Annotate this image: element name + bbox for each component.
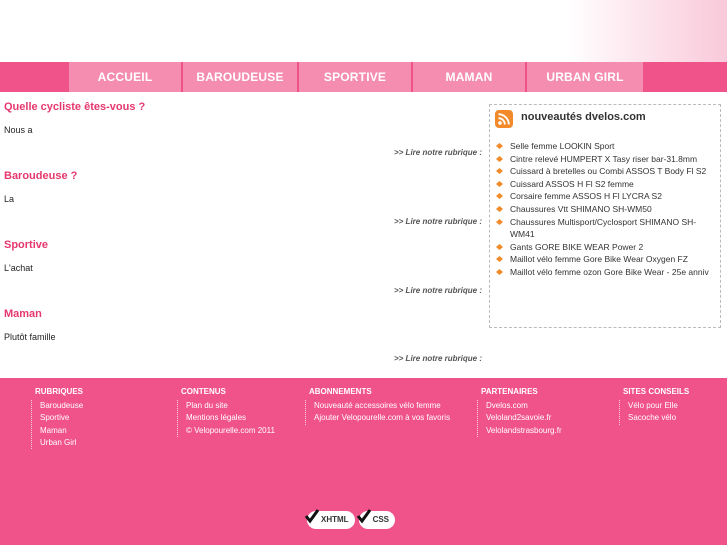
nav-item-label[interactable]: BAROUDEUSE — [183, 62, 297, 92]
footer-column-heading: SITES CONSEILS — [623, 387, 690, 396]
footer-link[interactable]: Maman — [40, 425, 83, 437]
rss-item-label[interactable]: Selle femme LOOKIN Sport — [510, 141, 614, 151]
nav-item-sportive[interactable]: SPORTIVE — [299, 62, 411, 92]
rss-item-label[interactable]: Corsaire femme ASSOS H Fl LYCRA S2 — [510, 191, 662, 201]
rss-item-label[interactable]: Cintre relevé HUMPERT X Tasy riser bar-3… — [510, 154, 697, 164]
nav-item-urban-girl[interactable]: URBAN GIRL — [527, 62, 643, 92]
bullet-icon — [496, 168, 503, 175]
section-title-baroudeuse[interactable]: Baroudeuse ? — [4, 170, 77, 182]
rss-feed-box: nouveautés dvelos.com Selle femme LOOKIN… — [489, 104, 721, 328]
rss-item[interactable]: Selle femme LOOKIN Sport — [496, 140, 716, 153]
footer-column-partenaires: PARTENAIRES Dvelos.com Veloland2savoie.f… — [477, 387, 562, 437]
nav-item-label[interactable]: SPORTIVE — [299, 62, 411, 92]
footer-column-links: Vélo pour Elle Sacoche vélo — [619, 400, 689, 425]
rss-item[interactable]: Cuissard à bretelles ou Combi ASSOS T Bo… — [496, 165, 716, 178]
section-title-quelle-cycliste[interactable]: Quelle cycliste êtes-vous ? — [4, 101, 145, 113]
rss-item-label[interactable]: Maillot vélo femme ozon Gore Bike Wear -… — [510, 267, 709, 277]
xhtml-valid-badge[interactable]: XHTML — [304, 509, 355, 529]
footer-link[interactable]: Nouveauté accessoires vélo femme — [314, 400, 450, 412]
rss-item-label[interactable]: Cuissard ASSOS H Fl S2 femme — [510, 179, 634, 189]
footer-link[interactable]: Dvelos.com — [486, 400, 562, 412]
rss-item-list: Selle femme LOOKIN Sport Cintre relevé H… — [496, 140, 716, 279]
nav-item-accueil[interactable]: ACCUEIL — [69, 62, 181, 92]
rss-item-label[interactable]: Maillot vélo femme Gore Bike Wear Oxygen… — [510, 254, 688, 264]
validation-badges: XHTML CSS — [304, 509, 399, 529]
footer-column-heading: ABONNEMENTS — [309, 387, 372, 396]
bullet-icon — [496, 218, 503, 225]
read-more-link[interactable]: >> Lire notre rubrique : — [394, 286, 482, 295]
nav-item-label[interactable]: MAMAN — [413, 62, 525, 92]
section-text: La — [4, 194, 15, 204]
css-valid-badge[interactable]: CSS — [356, 509, 396, 529]
section-title-maman[interactable]: Maman — [4, 308, 42, 320]
read-more-link[interactable]: >> Lire notre rubrique : — [394, 354, 482, 363]
rss-item[interactable]: Maillot vélo femme Gore Bike Wear Oxygen… — [496, 253, 716, 266]
footer-column-rubriques: RUBRIQUES Baroudeuse Sportive Maman Urba… — [31, 387, 84, 450]
section-title-sportive[interactable]: Sportive — [4, 239, 48, 251]
footer-link[interactable]: Plan du site — [186, 400, 275, 412]
site-header — [0, 0, 727, 62]
bullet-icon — [496, 180, 503, 187]
section-text: Plutôt famille — [4, 332, 56, 342]
bullet-icon — [496, 155, 503, 162]
nav-item-label[interactable]: ACCUEIL — [69, 62, 181, 92]
section-text: Nous a — [4, 125, 33, 135]
read-more-link[interactable]: >> Lire notre rubrique : — [394, 148, 482, 157]
rss-item[interactable]: Gants GORE BIKE WEAR Power 2 — [496, 241, 716, 254]
main-navigation: ACCUEIL BAROUDEUSE SPORTIVE MAMAN URBAN … — [69, 62, 645, 92]
footer-link[interactable]: Urban Girl — [40, 437, 83, 449]
footer-link[interactable]: Sacoche vélo — [628, 412, 689, 424]
footer-link[interactable]: Sportive — [40, 412, 83, 424]
footer-link[interactable]: Vélo pour Elle — [628, 400, 689, 412]
rss-item-label[interactable]: Cuissard à bretelles ou Combi ASSOS T Bo… — [510, 166, 706, 176]
rss-item[interactable]: Corsaire femme ASSOS H Fl LYCRA S2 — [496, 190, 716, 203]
bullet-icon — [496, 143, 503, 149]
badge-label: XHTML — [321, 515, 349, 524]
bullet-icon — [496, 243, 503, 250]
footer-column-links: Dvelos.com Veloland2savoie.fr Velolandst… — [477, 400, 562, 437]
nav-item-baroudeuse[interactable]: BAROUDEUSE — [183, 62, 297, 92]
footer-column-heading: RUBRIQUES — [35, 387, 84, 396]
rss-item-label[interactable]: Chaussures Multisport/Cyclosport SHIMANO… — [510, 217, 696, 240]
footer-column-links: Plan du site Mentions légales © Velopour… — [177, 400, 275, 437]
rss-feed-title[interactable]: nouveautés dvelos.com — [521, 111, 646, 123]
nav-item-label[interactable]: URBAN GIRL — [527, 62, 643, 92]
rss-item[interactable]: Chaussures Multisport/Cyclosport SHIMANO… — [496, 216, 716, 241]
footer-link[interactable]: Velolandstrasbourg.fr — [486, 425, 562, 437]
checkmark-icon — [356, 509, 371, 524]
footer-link[interactable]: Mentions légales — [186, 412, 275, 424]
footer-column-contenus: CONTENUS Plan du site Mentions légales ©… — [177, 387, 275, 437]
rss-item-label[interactable]: Chaussures Vtt SHIMANO SH-WM50 — [510, 204, 652, 214]
footer-link[interactable]: Ajouter Velopourelle.com à vos favoris — [314, 412, 450, 424]
footer-link[interactable]: Baroudeuse — [40, 400, 83, 412]
footer-column-heading: CONTENUS — [181, 387, 226, 396]
main-navigation-bar: ACCUEIL BAROUDEUSE SPORTIVE MAMAN URBAN … — [0, 62, 727, 92]
checkmark-icon — [304, 509, 320, 524]
section-text: L'achat — [4, 263, 33, 273]
bullet-icon — [496, 256, 503, 263]
footer-column-links: Nouveauté accessoires vélo femme Ajouter… — [305, 400, 450, 425]
rss-icon[interactable] — [495, 110, 513, 128]
read-more-link[interactable]: >> Lire notre rubrique : — [394, 217, 482, 226]
bullet-icon — [496, 268, 503, 275]
footer-column-links: Baroudeuse Sportive Maman Urban Girl — [31, 400, 83, 450]
footer-column-sites-conseils: SITES CONSEILS Vélo pour Elle Sacoche vé… — [619, 387, 689, 425]
nav-item-maman[interactable]: MAMAN — [413, 62, 525, 92]
badge-label: CSS — [372, 515, 390, 524]
footer-copyright: © Velopourelle.com 2011 — [186, 425, 275, 435]
bullet-icon — [496, 193, 503, 200]
footer-column-abonnements: ABONNEMENTS Nouveauté accessoires vélo f… — [305, 387, 450, 425]
rss-item[interactable]: Cintre relevé HUMPERT X Tasy riser bar-3… — [496, 153, 716, 166]
rss-item[interactable]: Chaussures Vtt SHIMANO SH-WM50 — [496, 203, 716, 216]
footer-link[interactable]: Veloland2savoie.fr — [486, 412, 562, 424]
rss-item[interactable]: Cuissard ASSOS H Fl S2 femme — [496, 178, 716, 191]
bullet-icon — [496, 205, 503, 212]
footer-column-heading: PARTENAIRES — [481, 387, 538, 396]
rss-item[interactable]: Maillot vélo femme ozon Gore Bike Wear -… — [496, 266, 716, 279]
rss-item-label[interactable]: Gants GORE BIKE WEAR Power 2 — [510, 242, 643, 252]
header-decoration — [567, 0, 727, 62]
